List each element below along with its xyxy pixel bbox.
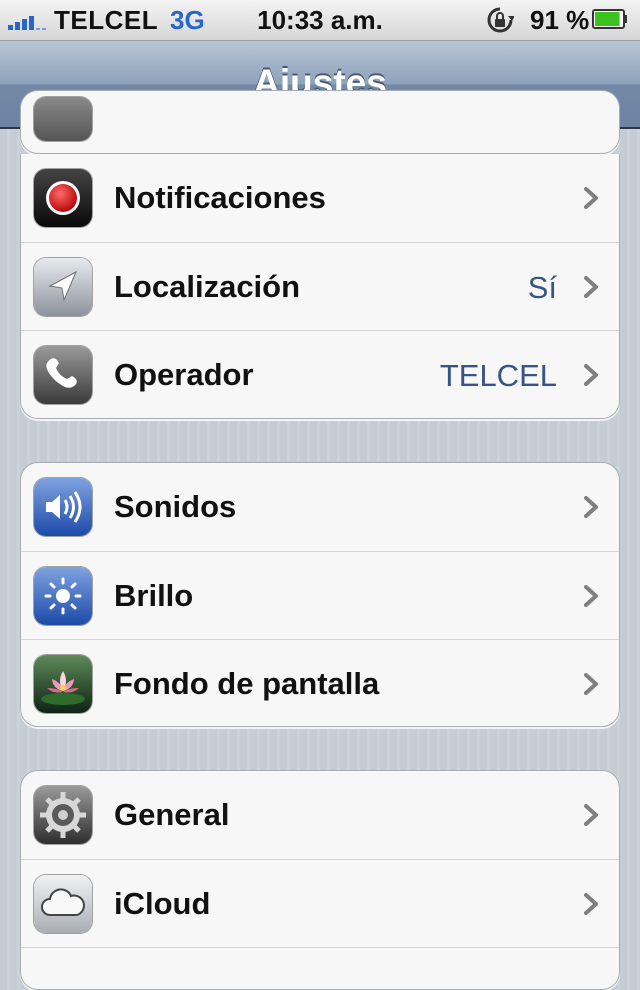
row-label: Fondo de pantalla (114, 666, 380, 701)
chevron-right-icon (584, 496, 598, 518)
row-label: Operador (114, 357, 254, 392)
settings-group-2: Sonidos Brillo Fondo de pantalla (20, 462, 620, 727)
row-label: Sonidos (114, 489, 237, 524)
chevron-right-icon (584, 364, 598, 386)
airplane-mode-icon (34, 97, 92, 141)
chevron-right-icon (584, 276, 598, 298)
settings-row-sonidos[interactable]: Sonidos (21, 463, 619, 551)
location-icon (34, 258, 92, 316)
wallpaper-icon (34, 655, 92, 713)
battery-icon (592, 9, 627, 29)
battery-percentage: 91 % (530, 5, 590, 35)
notifications-icon (34, 169, 92, 227)
settings-row-fondo-de-pantalla[interactable]: Fondo de pantalla (21, 639, 619, 726)
chevron-right-icon (584, 187, 598, 209)
settings-row-general[interactable]: General (21, 771, 619, 859)
row-label: iCloud (114, 886, 211, 921)
settings-row-localizacion[interactable]: Localización Sí (21, 242, 619, 330)
row-label: General (114, 797, 230, 832)
row-value: TELCEL (439, 358, 557, 393)
chevron-right-icon (584, 585, 598, 607)
list-item[interactable] (21, 91, 619, 153)
settings-row-brillo[interactable]: Brillo (21, 551, 619, 639)
settings-group-3: General iCloud (20, 770, 620, 990)
rotation-lock-icon (487, 7, 514, 33)
row-value: Sí (527, 270, 557, 305)
row-label: Localización (114, 269, 301, 304)
speaker-icon (34, 478, 92, 536)
chevron-right-icon (584, 804, 598, 826)
row-label: Notificaciones (114, 180, 326, 215)
settings-group-1: Notificaciones Localización Sí Operador … (20, 154, 620, 419)
settings-row-notificaciones[interactable]: Notificaciones (21, 154, 619, 242)
settings-row-operador[interactable]: Operador TELCEL (21, 330, 619, 418)
cloud-icon (34, 875, 92, 933)
settings-row-icloud[interactable]: iCloud (21, 859, 619, 947)
phone-icon (34, 346, 92, 404)
gear-icon (34, 786, 92, 844)
status-bar: TELCEL 3G 10:33 a.m. 91 % (0, 0, 640, 41)
row-label: Brillo (114, 578, 194, 613)
settings-group-partial (20, 90, 620, 154)
list-item[interactable] (21, 947, 619, 989)
chevron-right-icon (584, 893, 598, 915)
chevron-right-icon (584, 673, 598, 695)
brightness-icon (34, 567, 92, 625)
